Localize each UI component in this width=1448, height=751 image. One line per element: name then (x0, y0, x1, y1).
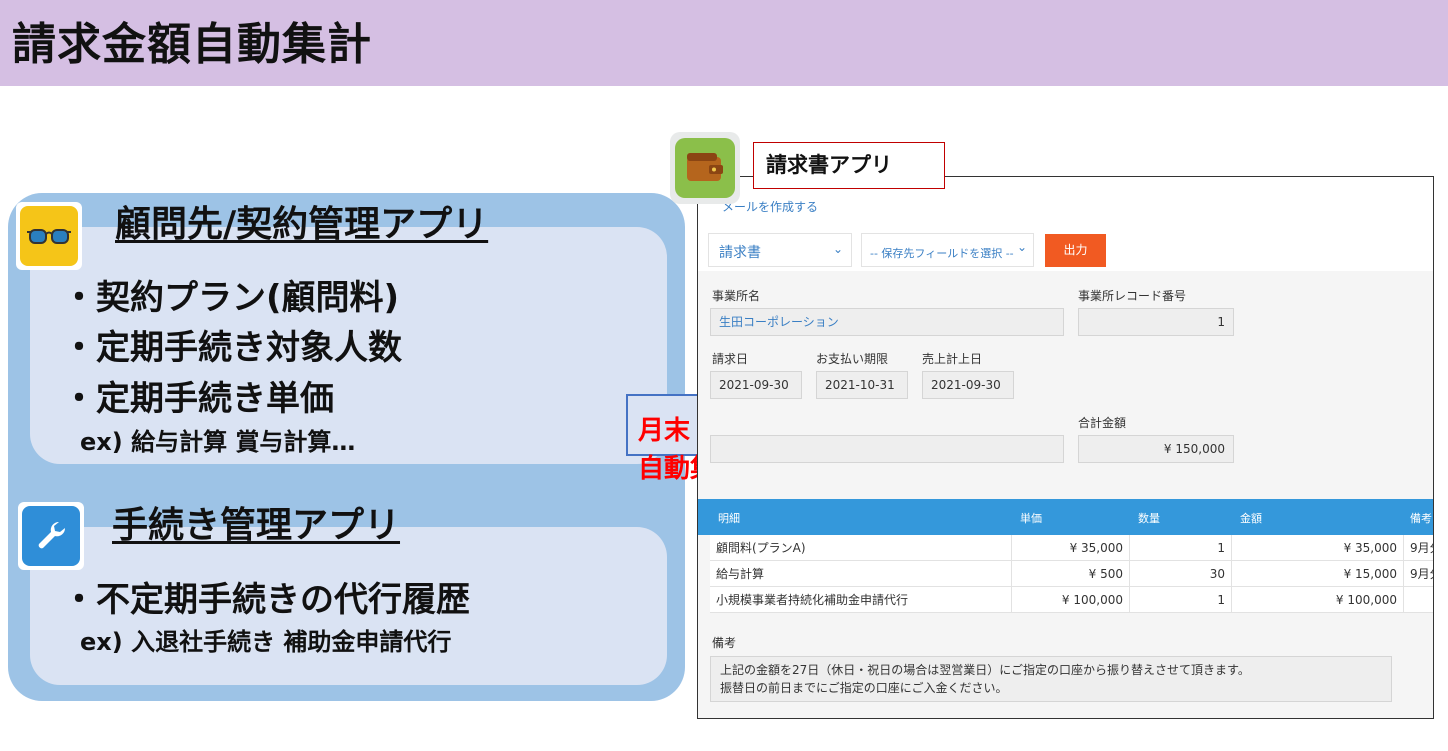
wallet-icon[interactable] (670, 132, 740, 204)
col-header-unit-price: 単価 (1020, 512, 1042, 525)
note-line-2: 振替日の前日までにご指定の口座にご入金ください。 (720, 681, 1008, 695)
invoice-date-field[interactable]: 2021-09-30 (710, 371, 802, 399)
arrow-label-month-end: 月末 (638, 416, 691, 446)
note-field[interactable]: 上記の金額を27日（休日・祝日の場合は翌営業日）にご指定の口座から振り替えさせて… (710, 656, 1392, 702)
output-button[interactable]: 出力 (1045, 234, 1106, 267)
cell-quantity[interactable]: 1 (1130, 587, 1232, 613)
cell-amount[interactable]: ¥ 35,000 (1232, 535, 1404, 561)
total-label: 合計金額 (1078, 416, 1127, 430)
cell-amount[interactable]: ¥ 15,000 (1232, 561, 1404, 587)
record-no-field[interactable]: 1 (1078, 308, 1234, 336)
cell-remarks[interactable] (1404, 587, 1433, 613)
invoice-app-window: メールを作成する 請求書 ⌄ -- 保存先フィールドを選択 -- ⌄ 出力 事業… (697, 176, 1434, 719)
template-select[interactable]: 請求書 ⌄ (708, 233, 852, 267)
record-no-label: 事業所レコード番号 (1078, 289, 1187, 303)
contract-bullet-2: ・定期手続き対象人数 (62, 328, 402, 368)
due-date-label: お支払い期限 (816, 352, 889, 366)
due-date-field[interactable]: 2021-10-31 (816, 371, 908, 399)
contract-example: ex) 給与計算 賞与計算… (80, 428, 356, 456)
cell-item[interactable]: 小規模事業者持続化補助金申請代行 (710, 587, 1012, 613)
blank-field[interactable] (710, 435, 1064, 463)
cell-item[interactable]: 顧問料(プランA) (710, 535, 1012, 561)
cell-remarks[interactable]: 9月分 (1404, 561, 1433, 587)
save-field-select-value: -- 保存先フィールドを選択 -- (870, 247, 1014, 260)
sales-date-label: 売上計上日 (922, 352, 983, 366)
cell-unit-price[interactable]: ¥ 500 (1012, 561, 1130, 587)
title-bar: 請求金額自動集計 (0, 0, 1448, 86)
table-row: 小規模事業者持続化補助金申請代行 ¥ 100,000 1 ¥ 100,000 (710, 587, 1433, 613)
cell-amount[interactable]: ¥ 100,000 (1232, 587, 1404, 613)
chevron-down-icon: ⌄ (1016, 240, 1027, 254)
save-field-select[interactable]: -- 保存先フィールドを選択 -- ⌄ (861, 233, 1034, 267)
cell-remarks[interactable]: 9月分 (1404, 535, 1433, 561)
wrench-icon[interactable] (18, 502, 84, 570)
cell-item[interactable]: 給与計算 (710, 561, 1012, 587)
details-table-header: 明細 単価 数量 金額 備考 (698, 499, 1433, 535)
note-label: 備考 (712, 636, 737, 650)
contract-bullet-1: ・契約プラン(顧問料) (62, 278, 400, 318)
procedure-app-title: 手続き管理アプリ (112, 505, 401, 546)
contract-app-title: 顧問先/契約管理アプリ (115, 204, 489, 245)
col-header-amount: 金額 (1240, 512, 1262, 525)
cell-quantity[interactable]: 30 (1130, 561, 1232, 587)
invoice-date-label: 請求日 (712, 352, 749, 366)
contract-bullet-3: ・定期手続き単価 (62, 379, 334, 419)
office-name-field[interactable]: 生田コーポレーション (710, 308, 1064, 336)
glasses-icon[interactable] (16, 202, 82, 270)
invoice-app-name: 請求書アプリ (753, 142, 945, 189)
sales-date-field[interactable]: 2021-09-30 (922, 371, 1014, 399)
total-field[interactable]: ¥ 150,000 (1078, 435, 1234, 463)
col-header-quantity: 数量 (1138, 512, 1160, 525)
col-header-item: 明細 (718, 512, 740, 525)
procedure-bullet-1: ・不定期手続きの代行履歴 (62, 580, 470, 620)
note-line-1: 上記の金額を27日（休日・祝日の場合は翌営業日）にご指定の口座から振り替えさせて… (720, 663, 1250, 677)
col-header-remarks: 備考 (1410, 512, 1432, 525)
cell-quantity[interactable]: 1 (1130, 535, 1232, 561)
cell-unit-price[interactable]: ¥ 35,000 (1012, 535, 1130, 561)
cell-unit-price[interactable]: ¥ 100,000 (1012, 587, 1130, 613)
chevron-down-icon: ⌄ (832, 242, 843, 256)
office-name-label: 事業所名 (712, 289, 761, 303)
table-row: 給与計算 ¥ 500 30 ¥ 15,000 9月分 (710, 561, 1433, 587)
page-title: 請求金額自動集計 (12, 19, 372, 70)
procedure-example: ex) 入退社手続き 補助金申請代行 (80, 628, 452, 656)
template-select-value: 請求書 (719, 245, 761, 261)
table-row: 顧問料(プランA) ¥ 35,000 1 ¥ 35,000 9月分 (710, 535, 1433, 561)
